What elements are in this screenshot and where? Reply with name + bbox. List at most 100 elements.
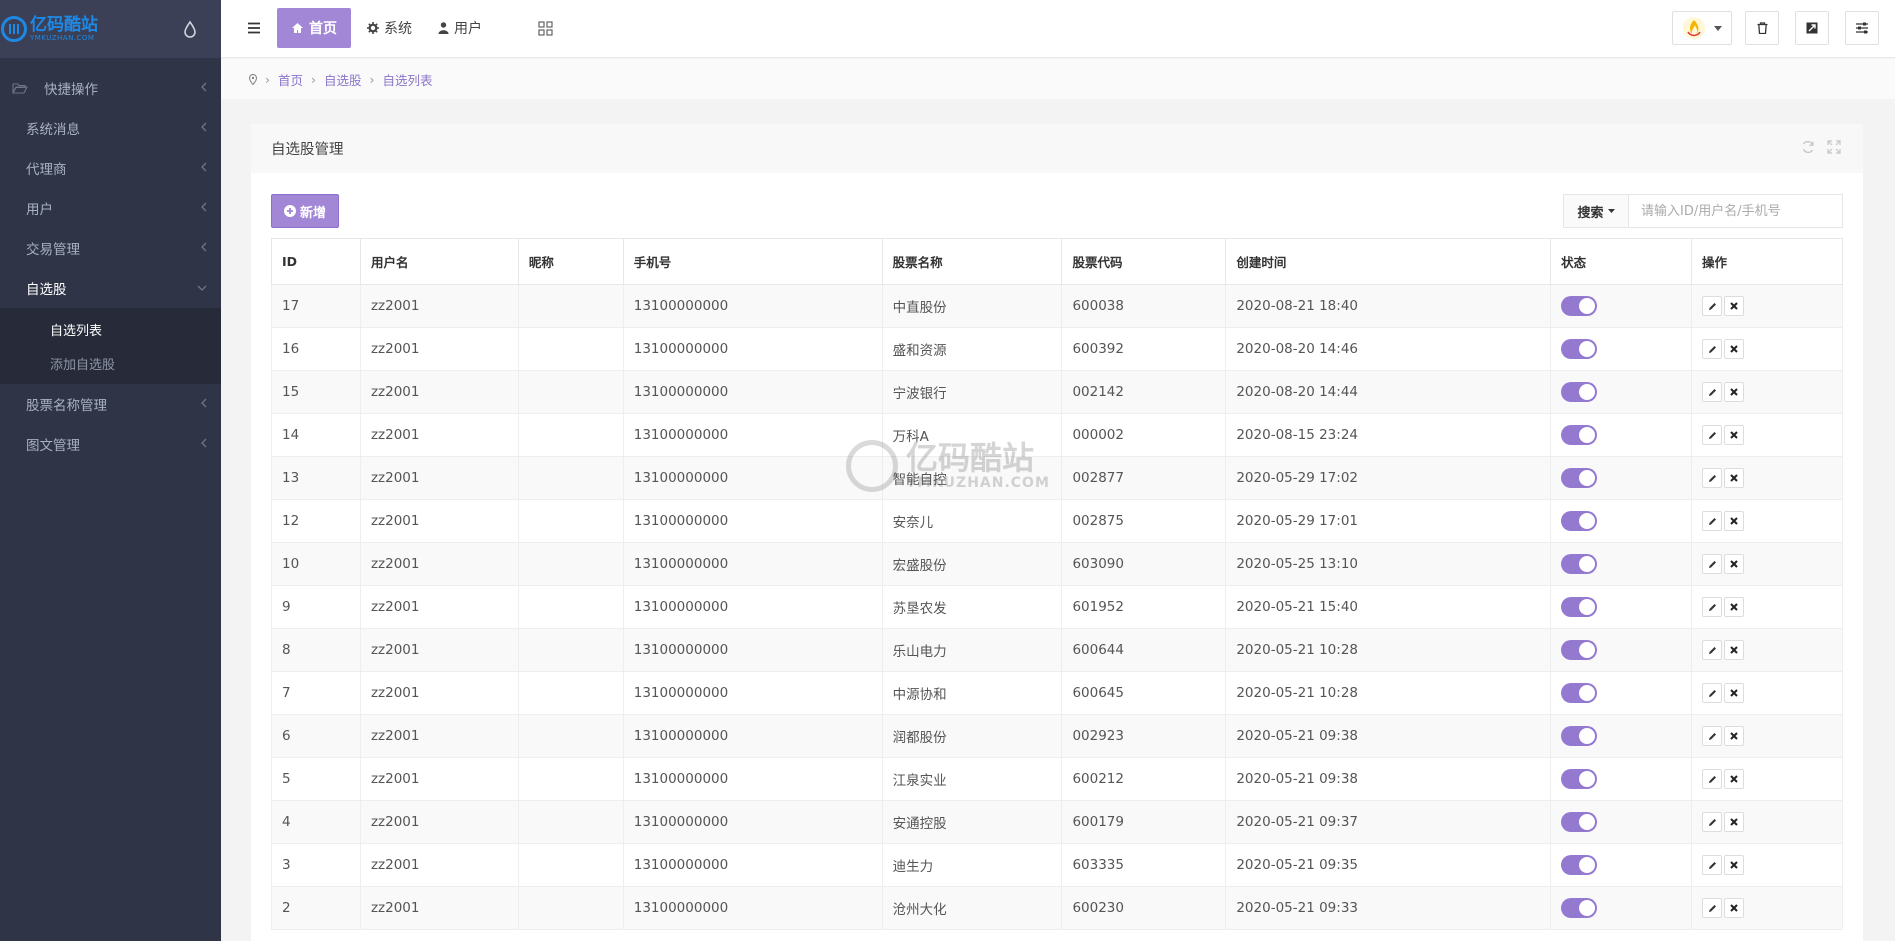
status-toggle[interactable] [1561,769,1598,789]
close-icon [1730,560,1738,568]
col-stock-code[interactable]: 股票代码 [1061,238,1227,285]
col-id[interactable]: ID [271,238,361,285]
cell-id: 15 [271,370,361,414]
apps-grid-icon[interactable] [538,21,553,36]
theme-drop-icon[interactable] [183,20,197,38]
col-nickname[interactable]: 昵称 [517,238,624,285]
status-toggle[interactable] [1561,640,1598,660]
delete-button[interactable] [1724,898,1745,918]
edit-button[interactable] [1702,339,1723,359]
cell-stock-name: 乐山电力 [881,628,1063,672]
edit-button[interactable] [1702,468,1723,488]
status-toggle[interactable] [1561,683,1598,703]
status-toggle[interactable] [1561,425,1598,445]
cell-id: 7 [271,671,361,715]
tab-user[interactable]: 用户 [424,8,496,48]
delete-button[interactable] [1724,425,1745,445]
cell-nickname [517,499,624,543]
edit-button[interactable] [1702,640,1723,660]
col-username[interactable]: 用户名 [359,238,519,285]
delete-button[interactable] [1724,597,1745,617]
status-toggle[interactable] [1561,511,1598,531]
cell-username: zz2001 [359,456,519,500]
status-toggle[interactable] [1561,855,1598,875]
add-button[interactable]: 新增 [271,194,340,228]
edit-button[interactable] [1702,769,1723,789]
edit-button[interactable] [1702,511,1723,531]
chevron-left-icon [201,398,207,408]
clear-cache-button[interactable] [1745,11,1779,45]
delete-button[interactable] [1724,511,1745,531]
cell-created-time: 2020-05-21 09:33 [1225,886,1552,930]
maximize-icon[interactable] [1827,140,1841,154]
sidebar-item-watchlist[interactable]: 自选股 [0,268,221,308]
cell-actions [1691,714,1843,758]
edit-button[interactable] [1702,898,1723,918]
delete-button[interactable] [1724,382,1745,402]
refresh-icon[interactable] [1801,140,1815,154]
sidebar-item-quick-actions[interactable]: 快捷操作 [0,68,221,108]
cell-stock-code: 002142 [1061,370,1227,414]
cell-phone: 13100000000 [622,714,883,758]
cell-username: zz2001 [359,886,519,930]
search-input[interactable] [1629,194,1843,228]
sidebar-item-stock-names[interactable]: 股票名称管理 [0,384,221,424]
delete-button[interactable] [1724,855,1745,875]
edit-button[interactable] [1702,812,1723,832]
menu-toggle-icon[interactable] [247,21,261,35]
status-toggle[interactable] [1561,597,1598,617]
status-toggle[interactable] [1561,812,1598,832]
cell-created-time: 2020-05-21 09:35 [1225,843,1552,887]
delete-button[interactable] [1724,683,1745,703]
delete-button[interactable] [1724,726,1745,746]
sidebar-subitem-watchlist-list[interactable]: 自选列表 [0,312,221,346]
status-toggle[interactable] [1561,898,1598,918]
delete-button[interactable] [1724,468,1745,488]
status-toggle[interactable] [1561,726,1598,746]
user-menu-dropdown[interactable] [1672,11,1732,45]
search-type-dropdown[interactable]: 搜索 [1563,194,1629,228]
edit-button[interactable] [1702,554,1723,574]
delete-button[interactable] [1724,769,1745,789]
cell-stock-code: 600645 [1061,671,1227,715]
close-icon [1730,861,1738,869]
delete-button[interactable] [1724,640,1745,660]
tab-label: 首页 [309,21,337,37]
sidebar-subitem-add-watchlist[interactable]: 添加自选股 [0,346,221,380]
col-created-time[interactable]: 创建时间 [1225,238,1552,285]
status-toggle[interactable] [1561,339,1598,359]
edit-button[interactable] [1702,296,1723,316]
delete-button[interactable] [1724,339,1745,359]
sidebar-item-system-messages[interactable]: 系统消息 [0,108,221,148]
edit-button[interactable] [1702,683,1723,703]
cell-stock-name: 中源协和 [881,671,1063,715]
sidebar-item-articles[interactable]: 图文管理 [0,424,221,464]
delete-button[interactable] [1724,812,1745,832]
sidebar-item-trading[interactable]: 交易管理 [0,228,221,268]
status-toggle[interactable] [1561,296,1598,316]
sidebar-item-users[interactable]: 用户 [0,188,221,228]
breadcrumb-watchlist[interactable]: 自选股 [324,70,362,89]
status-toggle[interactable] [1561,468,1598,488]
fullscreen-button[interactable] [1795,11,1829,45]
logo[interactable]: 亿码酷站 YMKUZHAN.COM [0,16,98,42]
col-phone[interactable]: 手机号 [622,238,883,285]
edit-button[interactable] [1702,382,1723,402]
status-toggle[interactable] [1561,382,1598,402]
edit-button[interactable] [1702,855,1723,875]
delete-button[interactable] [1724,296,1745,316]
breadcrumb-home[interactable]: 首页 [278,70,303,89]
col-status[interactable]: 状态 [1550,238,1693,285]
edit-button[interactable] [1702,597,1723,617]
edit-button[interactable] [1702,726,1723,746]
cell-created-time: 2020-05-21 15:40 [1225,585,1552,629]
tab-home[interactable]: 首页 [277,8,351,48]
col-stock-name[interactable]: 股票名称 [881,238,1063,285]
status-toggle[interactable] [1561,554,1598,574]
sidebar-item-agents[interactable]: 代理商 [0,148,221,188]
tab-system[interactable]: 系统 [353,8,426,48]
delete-button[interactable] [1724,554,1745,574]
breadcrumb-current[interactable]: 自选列表 [383,70,433,89]
settings-panel-button[interactable] [1845,11,1879,45]
edit-button[interactable] [1702,425,1723,445]
